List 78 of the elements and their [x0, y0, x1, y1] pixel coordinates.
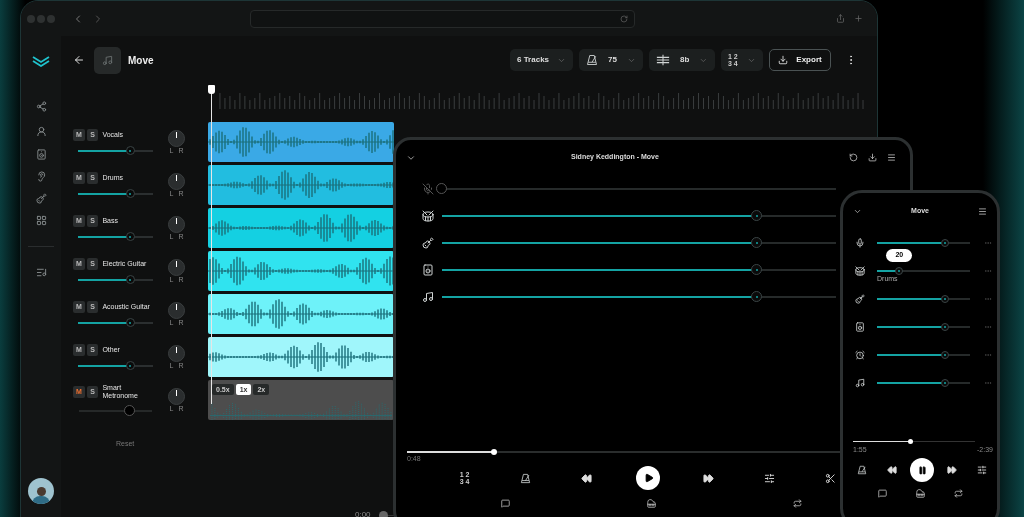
scissors-icon[interactable]: [825, 472, 836, 484]
slider-thumb[interactable]: [125, 146, 135, 155]
pause-button[interactable]: [910, 458, 934, 482]
pan-knob[interactable]: [168, 173, 185, 190]
slider-thumb[interactable]: [751, 210, 763, 221]
logo[interactable]: [32, 55, 50, 67]
pan-knob[interactable]: [168, 302, 185, 319]
tempo-dropdown[interactable]: 75: [579, 49, 643, 71]
slider-thumb[interactable]: [125, 318, 135, 327]
slider-thumb[interactable]: [940, 323, 949, 331]
repeat-icon[interactable]: [953, 488, 963, 498]
slider-thumb[interactable]: [751, 237, 763, 248]
rewind-icon[interactable]: [887, 465, 897, 475]
pan-knob[interactable]: [168, 130, 185, 147]
slider-thumb[interactable]: [751, 264, 763, 275]
staff-icon: [656, 53, 670, 67]
playlist-icon[interactable]: [35, 267, 47, 278]
user-icon[interactable]: [35, 126, 47, 137]
slider-thumb[interactable]: [125, 232, 135, 241]
avatar[interactable]: [28, 478, 54, 504]
slider-thumb[interactable]: [124, 405, 136, 417]
piano-icon[interactable]: [646, 498, 656, 508]
slider-thumb[interactable]: [125, 361, 135, 370]
rewind-icon[interactable]: [581, 472, 592, 484]
progress-thumb[interactable]: [490, 449, 497, 455]
undo-icon[interactable]: [849, 153, 858, 162]
key-dropdown[interactable]: 8b: [649, 49, 715, 71]
pan-knob[interactable]: [168, 216, 185, 233]
back-arrow-icon[interactable]: [73, 54, 85, 66]
mixer-icon[interactable]: [977, 465, 987, 475]
guitar-icon: [855, 294, 865, 304]
slider-thumb[interactable]: [378, 510, 388, 517]
metronome-icon: [586, 54, 598, 66]
music-note-icon: [855, 378, 865, 388]
menu-icon[interactable]: [978, 206, 987, 216]
speaker-icon: [855, 322, 865, 332]
slider-thumb[interactable]: [940, 295, 949, 303]
slider-thumb[interactable]: [940, 351, 949, 359]
fast-forward-icon[interactable]: [703, 472, 714, 484]
download-icon[interactable]: [868, 153, 877, 162]
playhead[interactable]: [208, 85, 215, 404]
share-nodes-icon[interactable]: [35, 101, 47, 112]
metronome-icon: [520, 472, 531, 484]
ear-icon[interactable]: [35, 171, 47, 182]
metronome-icon: [857, 465, 867, 475]
progress-thumb[interactable]: [908, 439, 914, 444]
song-title: Move: [128, 53, 154, 68]
slider-thumb[interactable]: [940, 379, 949, 387]
time-label: 0:00: [355, 509, 371, 517]
alarm-clock-icon: [855, 350, 865, 360]
pan-knob[interactable]: [168, 259, 185, 276]
repeat-icon[interactable]: [792, 498, 802, 508]
play-button[interactable]: [635, 466, 660, 490]
microphone-icon: [855, 238, 865, 248]
piano-icon[interactable]: [915, 488, 925, 498]
mixer-icon[interactable]: [764, 472, 775, 484]
export-button[interactable]: Export: [769, 49, 831, 71]
guitar-icon[interactable]: [35, 193, 47, 204]
speaker-icon[interactable]: [35, 149, 47, 160]
slider-thumb[interactable]: [940, 239, 949, 247]
tracks-dropdown[interactable]: 6 Tracks: [510, 49, 573, 71]
slider-thumb[interactable]: [436, 183, 447, 194]
drum-icon: [855, 266, 865, 276]
chat-icon[interactable]: [877, 488, 887, 498]
grid-icon[interactable]: [35, 215, 47, 226]
pan-knob[interactable]: [168, 345, 185, 362]
play-icon: [643, 473, 654, 483]
pause-icon: [917, 465, 927, 475]
menu-icon[interactable]: [887, 153, 896, 162]
download-icon: [778, 55, 789, 65]
slider-thumb[interactable]: [125, 189, 135, 198]
fast-forward-icon[interactable]: [947, 465, 957, 475]
slider-thumb[interactable]: [751, 291, 763, 302]
chat-icon[interactable]: [500, 498, 510, 508]
pan-knob[interactable]: [168, 388, 185, 405]
slider-thumb[interactable]: [125, 275, 135, 284]
slider-thumb[interactable]: [895, 267, 904, 275]
music-note-icon: [102, 54, 113, 66]
